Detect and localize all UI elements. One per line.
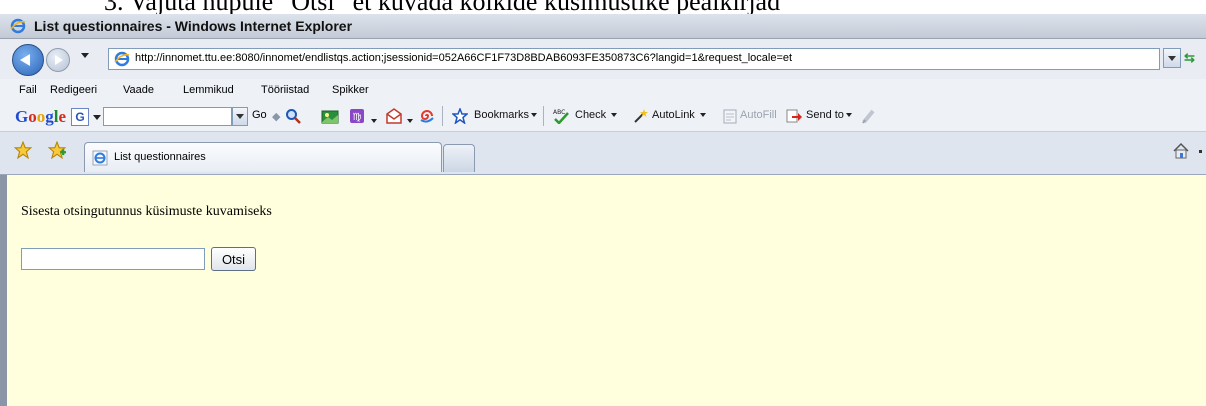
google-go-button[interactable]: Go [252, 109, 267, 121]
page-icon [114, 51, 130, 67]
toolbar-separator [442, 106, 443, 126]
send-to-icon[interactable] [786, 108, 802, 124]
highlighter-icon [860, 108, 876, 124]
search-button[interactable]: Otsi [211, 247, 256, 271]
menu-bar: Fail Redigeeri Vaade Lemmikud Tööriistad… [0, 79, 1206, 101]
recent-pages-dropdown-icon[interactable] [81, 53, 89, 58]
check-label: Check [575, 109, 607, 121]
address-dropdown-button[interactable] [1163, 48, 1181, 68]
new-tab-button[interactable] [443, 144, 475, 172]
svg-text:ABC: ABC [553, 109, 565, 116]
favorites-center-star-icon[interactable] [13, 140, 33, 160]
google-search-dropdown-button[interactable] [232, 107, 248, 126]
news-dropdown-icon[interactable] [369, 112, 385, 128]
google-menu-icon[interactable]: G [71, 108, 89, 126]
google-menu-dropdown-icon[interactable] [93, 115, 101, 120]
bookmarks-label: Bookmarks [474, 109, 530, 121]
menu-item-favorites[interactable]: Lemmikud [183, 84, 234, 96]
google-search-input[interactable] [103, 107, 232, 126]
page-content: Sisesta otsingutunnus küsimuste kuvamise… [0, 175, 1206, 406]
google-logo: Google [15, 107, 67, 126]
google-toolbar: Google G Go ◆ ♍ Bookmarks ABC Check Auto… [0, 101, 1206, 132]
tab-list-questionnaires[interactable]: List questionnaires [84, 142, 442, 172]
back-button[interactable] [12, 44, 44, 76]
svg-text:♍: ♍ [353, 112, 362, 123]
ie-logo-icon [10, 18, 26, 34]
tab-bar: List questionnaires [0, 132, 1206, 175]
spellcheck-icon[interactable]: ABC [552, 108, 569, 125]
magnifier-icon[interactable] [285, 108, 301, 124]
tab-title: List questionnaires [114, 151, 206, 163]
autolink-label: AutoLink [652, 109, 695, 121]
send-to-button[interactable]: Send to [806, 109, 852, 121]
menu-item-edit[interactable]: Redigeeri [50, 84, 97, 96]
search-prompt: Sisesta otsingutunnus küsimuste kuvamise… [21, 204, 272, 219]
home-icon[interactable] [1172, 142, 1190, 160]
window-title: List questionnaires - Windows Internet E… [34, 18, 353, 34]
address-bar[interactable]: http://innomet.ttu.ee:8080/innomet/endli… [108, 48, 1160, 70]
address-toolbar: http://innomet.ttu.ee:8080/innomet/endli… [0, 39, 1206, 79]
document-caption-strip: 3. Vajuta nupule “Otsi” et kuvada kõikid… [0, 0, 1206, 14]
forward-button[interactable] [46, 48, 70, 72]
autofill-icon [722, 108, 738, 124]
address-url: http://innomet.ttu.ee:8080/innomet/endli… [135, 52, 793, 64]
bookmark-star-icon[interactable] [451, 106, 469, 125]
search-input[interactable] [21, 248, 205, 270]
add-favorite-star-icon[interactable] [47, 140, 67, 160]
image-search-icon[interactable] [321, 108, 339, 124]
refresh-icon[interactable]: ⇆ [1184, 48, 1206, 68]
spiral-icon[interactable] [419, 108, 435, 124]
go-arrow-icon: ◆ [272, 111, 281, 123]
news-icon[interactable]: ♍ [349, 108, 365, 124]
menu-item-help[interactable]: Spikker [332, 84, 369, 96]
mail-icon[interactable] [386, 108, 402, 124]
menu-item-tools[interactable]: Tööriistad [261, 84, 309, 96]
document-caption: 3. Vajuta nupule “Otsi” et kuvada kõikid… [104, 0, 780, 14]
menu-item-file[interactable]: Fail [19, 84, 37, 96]
menu-item-view[interactable]: Vaade [123, 84, 154, 96]
autolink-wand-icon[interactable] [632, 108, 648, 124]
home-dropdown-icon[interactable] [1199, 150, 1202, 153]
window-title-bar: List questionnaires - Windows Internet E… [0, 14, 1206, 39]
tab-page-icon [92, 150, 108, 166]
toolbar-separator [543, 106, 544, 126]
autolink-button[interactable]: AutoLink [652, 109, 706, 121]
bookmarks-button[interactable]: Bookmarks [474, 109, 538, 121]
send-to-label: Send to [806, 109, 844, 121]
check-button[interactable]: Check [575, 109, 618, 121]
autofill-button[interactable]: AutoFill [740, 109, 777, 121]
